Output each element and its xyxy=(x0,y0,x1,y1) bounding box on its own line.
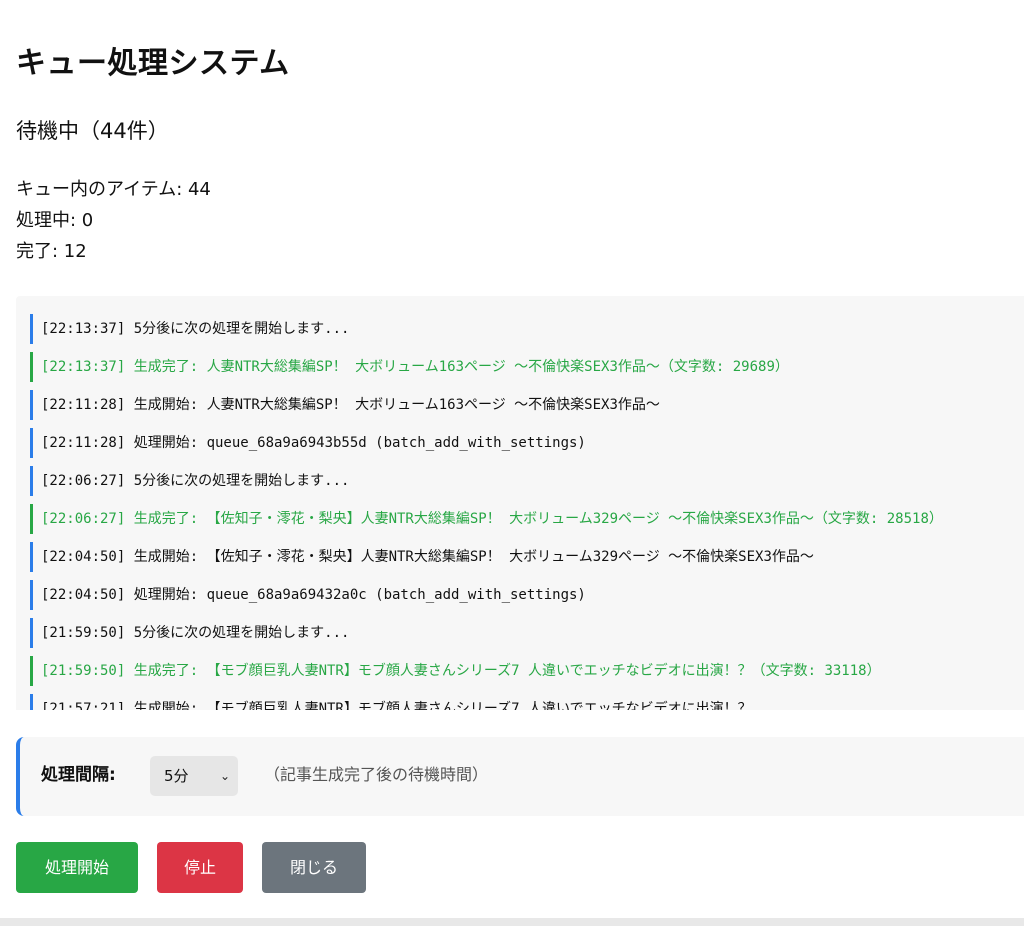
log-panel[interactable]: [22:13:37] 5分後に次の処理を開始します... [22:13:37] 生… xyxy=(16,296,1024,710)
log-entry: [21:59:50] 生成完了: 【モブ顔巨乳人妻NTR】モブ顔人妻さんシリーズ… xyxy=(30,656,1024,686)
stat-processing: 処理中: 0 xyxy=(16,210,94,231)
log-entry: [22:13:37] 生成完了: 人妻NTR大総集編SP！ 大ボリューム163ペ… xyxy=(30,352,1024,382)
interval-select-value: 5分 xyxy=(164,767,189,785)
log-entry: [21:57:21] 生成開始: 【モブ顔巨乳人妻NTR】モブ顔人妻さんシリーズ… xyxy=(30,694,1024,710)
log-list: [22:13:37] 5分後に次の処理を開始します... [22:13:37] 生… xyxy=(30,314,1024,710)
interval-select[interactable]: 5分 ⌄ xyxy=(150,756,238,796)
log-entry: [22:06:27] 生成完了: 【佐知子・澪花・梨央】人妻NTR大総集編SP！… xyxy=(30,504,1024,534)
close-button[interactable]: 閉じる xyxy=(262,842,366,893)
log-entry: [22:06:27] 5分後に次の処理を開始します... xyxy=(30,466,1024,496)
chevron-down-icon: ⌄ xyxy=(219,769,230,783)
log-entry: [22:04:50] 処理開始: queue_68a9a69432a0c (ba… xyxy=(30,580,1024,610)
bottom-bar xyxy=(0,918,1024,926)
log-entry: [22:13:37] 5分後に次の処理を開始します... xyxy=(30,314,1024,344)
log-entry: [22:11:28] 生成開始: 人妻NTR大総集編SP！ 大ボリューム163ペ… xyxy=(30,390,1024,420)
log-entry: [22:04:50] 生成開始: 【佐知子・澪花・梨央】人妻NTR大総集編SP！… xyxy=(30,542,1024,572)
interval-label: 処理間隔: xyxy=(41,765,116,785)
interval-hint: （記事生成完了後の待機時間） xyxy=(264,765,489,784)
stat-queue-items: キュー内のアイテム: 44 xyxy=(16,179,211,200)
log-entry: [22:11:28] 処理開始: queue_68a9a6943b55d (ba… xyxy=(30,428,1024,458)
queue-status: 待機中（44件） xyxy=(16,119,169,143)
stats-panel: キュー内のアイテム: 44 処理中: 0 完了: 12 xyxy=(16,174,211,267)
stop-button[interactable]: 停止 xyxy=(157,842,243,893)
page-title: キュー処理システム xyxy=(16,46,290,81)
stat-completed: 完了: 12 xyxy=(16,241,87,262)
start-button[interactable]: 処理開始 xyxy=(16,842,138,893)
log-entry: [21:59:50] 5分後に次の処理を開始します... xyxy=(30,618,1024,648)
interval-settings: 処理間隔: 5分 ⌄ （記事生成完了後の待機時間） xyxy=(16,737,1024,816)
